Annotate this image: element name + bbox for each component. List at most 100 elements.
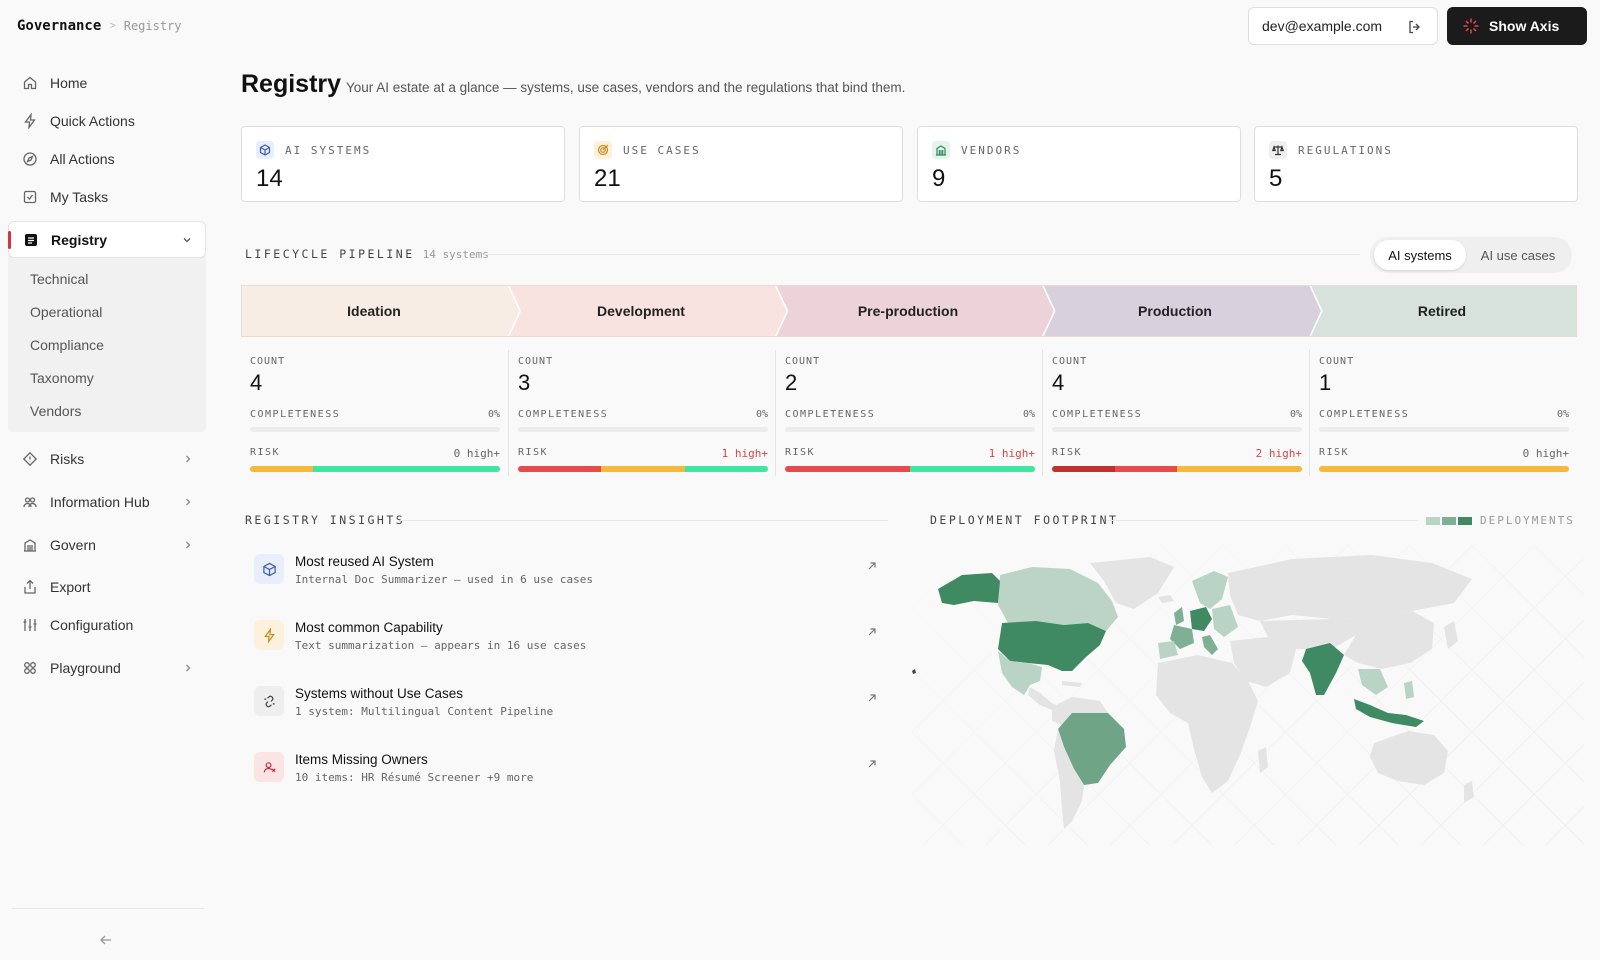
breadcrumb-root[interactable]: Governance [17,18,101,34]
sidebar-subitem-technical[interactable]: Technical [30,271,88,287]
sidebar-item-risks[interactable]: Risks [8,442,206,476]
completeness-bar [1052,427,1302,432]
sidebar-item-label: Configuration [50,617,134,633]
column-divider [775,350,776,476]
sidebar-item-information-hub[interactable]: Information Hub [8,485,206,519]
pipeline-column-2: COUNT 2 COMPLETENESS 0% RISK 1 high+ [785,350,1035,476]
chevron-right-icon[interactable] [182,539,194,551]
completeness-label: COMPLETENESS [785,409,876,420]
user-menu[interactable]: dev@example.com [1248,7,1438,45]
logout-icon[interactable] [1407,19,1423,35]
cube-icon [256,141,274,159]
arrow-up-right-icon[interactable] [866,560,878,572]
sidebar-item-home[interactable]: Home [8,66,206,100]
insight-title: Items Missing Owners [295,752,428,767]
toggle-ai-use-cases[interactable]: AI use cases [1468,240,1568,270]
legend-swatch-low [1426,516,1440,525]
arrow-up-right-icon[interactable] [866,692,878,704]
map-legend: DEPLOYMENTS [1426,514,1575,527]
sidebar-subitem-compliance[interactable]: Compliance [30,337,104,353]
sidebar-item-export[interactable]: Export [8,570,206,604]
sidebar: Governance > Registry Home Quick Actions… [0,0,216,960]
show-axis-label: Show Axis [1489,18,1560,34]
scale-icon [1269,141,1287,159]
insight-most-common-capability[interactable]: Most common Capability Text summarizatio… [254,620,882,670]
completeness-bar [250,427,500,432]
chevron-right-icon[interactable] [182,453,194,465]
sidebar-item-govern[interactable]: Govern [8,528,206,562]
chevron-down-icon[interactable] [181,234,193,246]
chevron-right-icon[interactable] [182,662,194,674]
risk-label: RISK [250,447,281,458]
chevron-right-icon[interactable] [182,496,194,508]
sidebar-item-all-actions[interactable]: All Actions [8,142,206,176]
sidebar-subitem-vendors[interactable]: Vendors [30,403,81,419]
stage-label-retired[interactable]: Retired [1342,303,1542,319]
column-divider [1309,350,1310,476]
pipeline-column-0: COUNT 4 COMPLETENESS 0% RISK 0 high+ [250,350,500,476]
risk-value: 0 high+ [1522,447,1569,460]
insight-description: 10 items: HR Résumé Screener +9 more [295,771,534,784]
target-icon [594,141,612,159]
risk-label: RISK [785,447,816,458]
sidebar-item-registry[interactable]: Registry [8,221,206,258]
sidebar-item-label: Playground [50,660,121,676]
insight-title: Systems without Use Cases [295,686,464,701]
arrow-up-right-icon[interactable] [866,758,878,770]
stat-value: 5 [1269,165,1283,192]
diamond-icon [22,451,38,467]
risk-segment-0 [1052,466,1115,472]
completeness-label: COMPLETENESS [250,409,341,420]
sidebar-subitem-taxonomy[interactable]: Taxonomy [30,370,94,386]
stage-count: 2 [785,370,798,395]
sidebar-item-label: Home [50,75,88,91]
stage-label-production[interactable]: Production [1075,303,1275,319]
insight-title: Most reused AI System [295,554,434,569]
completeness-label: COMPLETENESS [1319,409,1410,420]
sidebar-item-my-tasks[interactable]: My Tasks [8,180,206,214]
page-title: Registry [241,70,342,98]
insight-most-reused-system[interactable]: Most reused AI System Internal Doc Summa… [254,554,882,604]
risk-segment-0 [250,466,313,472]
building-icon [932,141,950,159]
sidebar-item-quick-actions[interactable]: Quick Actions [8,104,206,138]
stat-value: 21 [594,165,621,192]
show-axis-button[interactable]: Show Axis [1447,7,1587,45]
risk-segment-2 [1177,466,1302,472]
insight-systems-without-use-cases[interactable]: Systems without Use Cases 1 system: Mult… [254,686,882,736]
stat-label: VENDORS [961,144,1022,157]
toggle-ai-systems[interactable]: AI systems [1374,240,1466,270]
risk-segment-0 [518,466,602,472]
insight-description: 1 system: Multilingual Content Pipeline [295,705,554,718]
arrow-left-icon[interactable] [98,932,114,948]
risk-label: RISK [1052,447,1083,458]
section-divider [400,520,888,521]
stat-card-ai-systems[interactable]: AI SYSTEMS 14 [241,126,565,202]
insight-items-missing-owners[interactable]: Items Missing Owners 10 items: HR Résumé… [254,752,882,802]
column-divider [508,350,509,476]
breadcrumb-current: Registry [123,19,182,33]
sparkle-icon [1463,18,1479,34]
legend-swatch-high [1458,516,1472,525]
legend-label: DEPLOYMENTS [1480,514,1575,527]
bolt-icon [24,113,36,129]
home-icon [23,76,37,90]
risk-segment-2 [684,466,768,472]
stage-label-ideation[interactable]: Ideation [274,303,474,319]
sidebar-item-configuration[interactable]: Configuration [8,608,206,642]
risk-value: 0 high+ [453,447,500,460]
sidebar-subitem-operational[interactable]: Operational [30,304,102,320]
stage-label-development[interactable]: Development [541,303,741,319]
arrow-up-right-icon[interactable] [866,626,878,638]
stage-label-pre-production[interactable]: Pre-production [808,303,1008,319]
stat-card-regulations[interactable]: REGULATIONS 5 [1254,126,1578,202]
count-label: COUNT [518,356,554,367]
insight-description: Internal Doc Summarizer — used in 6 use … [295,573,594,586]
stage-count: 1 [1319,370,1332,395]
risk-bar [518,466,768,472]
stat-card-vendors[interactable]: VENDORS 9 [917,126,1241,202]
stat-card-use-cases[interactable]: USE CASES 21 [579,126,903,202]
sidebar-divider [12,908,204,909]
sidebar-item-playground[interactable]: Playground [8,651,206,685]
completeness-value: 0% [755,409,768,420]
